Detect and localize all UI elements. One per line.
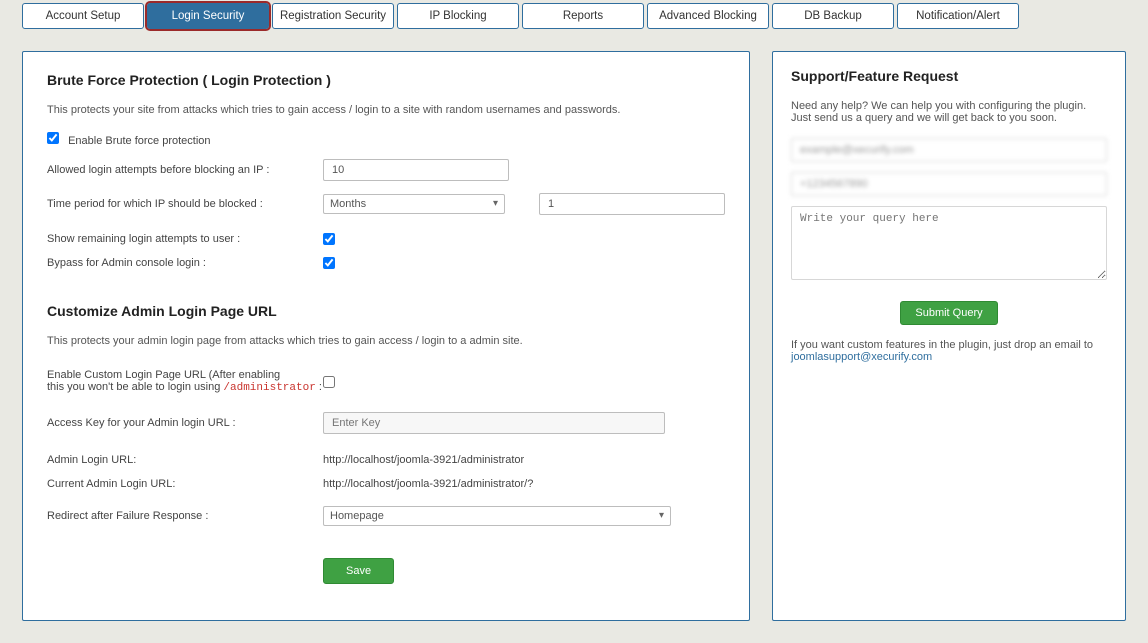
bypass-admin-label: Bypass for Admin console login : <box>47 257 323 269</box>
section-custom-url-desc: This protects your admin login page from… <box>47 335 725 347</box>
login-attempts-input[interactable] <box>323 159 509 181</box>
tab-ip-blocking[interactable]: IP Blocking <box>397 3 519 29</box>
support-email-link[interactable]: joomlasupport@xecurify.com <box>791 351 932 363</box>
show-remaining-checkbox[interactable] <box>323 233 335 245</box>
enable-brute-force-label: Enable Brute force protection <box>68 135 210 147</box>
tabs-bar: Account Setup Login Security Registratio… <box>0 0 1148 29</box>
support-email-input[interactable] <box>791 138 1107 162</box>
main-panel: Brute Force Protection ( Login Protectio… <box>22 51 750 621</box>
support-phone-input[interactable] <box>791 172 1107 196</box>
enable-custom-url-checkbox[interactable] <box>323 376 335 388</box>
save-button[interactable]: Save <box>323 558 394 584</box>
bypass-admin-checkbox[interactable] <box>323 257 335 269</box>
enable-brute-force-checkbox[interactable] <box>47 132 59 144</box>
tab-reports[interactable]: Reports <box>522 3 644 29</box>
block-period-unit-select[interactable]: Months <box>323 194 505 214</box>
redirect-failure-label: Redirect after Failure Response : <box>47 510 323 522</box>
support-query-textarea[interactable] <box>791 206 1107 280</box>
current-admin-url-value: http://localhost/joomla-3921/administrat… <box>323 478 533 490</box>
tab-advanced-blocking[interactable]: Advanced Blocking <box>647 3 769 29</box>
section-custom-url-title: Customize Admin Login Page URL <box>47 303 725 319</box>
support-title: Support/Feature Request <box>791 68 1107 84</box>
support-desc: Need any help? We can help you with conf… <box>791 100 1107 124</box>
tab-login-security[interactable]: Login Security <box>147 3 269 29</box>
admin-login-url-label: Admin Login URL: <box>47 454 323 466</box>
redirect-failure-select[interactable]: Homepage <box>323 506 671 526</box>
block-period-value-input[interactable] <box>539 193 725 215</box>
support-panel: Support/Feature Request Need any help? W… <box>772 51 1126 621</box>
current-admin-url-label: Current Admin Login URL: <box>47 478 323 490</box>
tab-notification-alert[interactable]: Notification/Alert <box>897 3 1019 29</box>
admin-login-url-value: http://localhost/joomla-3921/administrat… <box>323 454 524 466</box>
tab-registration-security[interactable]: Registration Security <box>272 3 394 29</box>
tab-db-backup[interactable]: DB Backup <box>772 3 894 29</box>
enable-custom-url-label: Enable Custom Login Page URL (After enab… <box>47 369 323 394</box>
access-key-label: Access Key for your Admin login URL : <box>47 417 323 429</box>
login-attempts-label: Allowed login attempts before blocking a… <box>47 164 323 176</box>
section-brute-force-desc: This protects your site from attacks whi… <box>47 104 725 116</box>
show-remaining-label: Show remaining login attempts to user : <box>47 233 323 245</box>
submit-query-button[interactable]: Submit Query <box>900 301 997 325</box>
access-key-input[interactable] <box>323 412 665 434</box>
section-brute-force-title: Brute Force Protection ( Login Protectio… <box>47 72 725 88</box>
tab-account-setup[interactable]: Account Setup <box>22 3 144 29</box>
block-period-label: Time period for which IP should be block… <box>47 198 323 210</box>
support-note: If you want custom features in the plugi… <box>791 339 1107 363</box>
